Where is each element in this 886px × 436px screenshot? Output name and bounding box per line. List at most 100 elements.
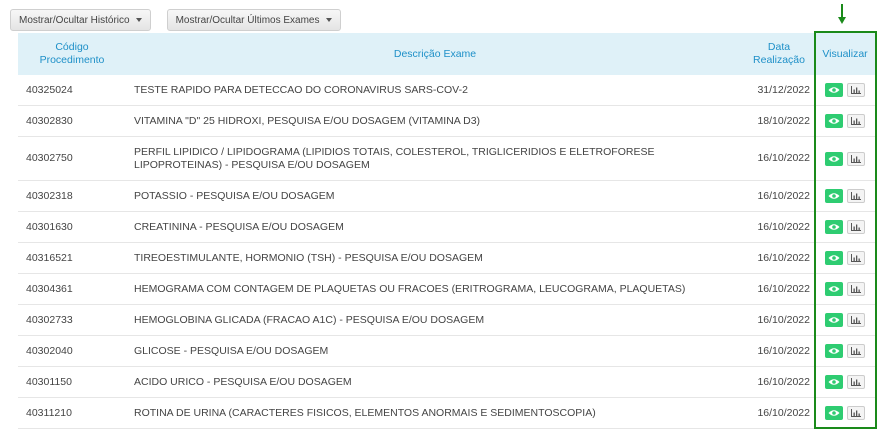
bar-chart-icon: [851, 223, 861, 231]
cell-code: 40302750: [26, 152, 73, 164]
cell-date: 16/10/2022: [757, 313, 810, 326]
bar-chart-icon: [851, 254, 861, 262]
header-code-line1: Código: [55, 41, 89, 53]
chart-exam-button[interactable]: [847, 189, 865, 203]
cell-description: TESTE RAPIDO PARA DETECCAO DO CORONAVIRU…: [134, 83, 468, 96]
view-exam-button[interactable]: [825, 313, 843, 327]
cell-description: VITAMINA "D" 25 HIDROXI, PESQUISA E/OU D…: [134, 114, 481, 127]
cell-actions: [814, 282, 876, 296]
cell-actions: [814, 313, 876, 327]
chart-exam-button[interactable]: [847, 406, 865, 420]
eye-icon: [828, 316, 840, 324]
table-row: 40304361 HEMOGRAMA COM CONTAGEM DE PLAQUE…: [18, 274, 876, 305]
bar-chart-icon: [851, 117, 861, 125]
cell-code: 40302733: [26, 313, 73, 326]
cell-date: 16/10/2022: [757, 406, 810, 419]
cell-date: 31/12/2022: [757, 83, 810, 96]
eye-icon: [828, 117, 840, 125]
cell-date: 16/10/2022: [757, 344, 810, 357]
chart-exam-button[interactable]: [847, 251, 865, 265]
cell-description: CREATININA - PESQUISA E/OU DOSAGEM: [134, 220, 344, 233]
chart-exam-button[interactable]: [847, 114, 865, 128]
view-exam-button[interactable]: [825, 282, 843, 296]
table-row: 40302318 POTASSIO - PESQUISA E/OU DOSAGEM…: [18, 181, 876, 212]
header-description: Descrição Exame: [393, 47, 477, 60]
cell-code: 40302830: [26, 114, 73, 127]
header-view: Visualizar: [822, 47, 868, 60]
eye-icon: [828, 409, 840, 417]
header-date: Data Realização: [744, 33, 814, 75]
bar-chart-icon: [851, 409, 861, 417]
eye-icon: [828, 254, 840, 262]
chart-exam-button[interactable]: [847, 83, 865, 97]
header-code: Código Procedimento: [18, 33, 126, 75]
bar-chart-icon: [851, 378, 861, 386]
chart-exam-button[interactable]: [847, 375, 865, 389]
eye-icon: [828, 223, 840, 231]
cell-description: ROTINA DE URINA (CARACTERES FISICOS, ELE…: [134, 406, 596, 419]
caret-down-icon: [135, 18, 142, 22]
cell-code: 40301630: [26, 220, 73, 233]
table-row: 40301150 ACIDO URICO - PESQUISA E/OU DOSA…: [18, 367, 876, 398]
cell-code: 40302318: [26, 189, 73, 202]
cell-actions: [814, 114, 876, 128]
view-exam-button[interactable]: [825, 406, 843, 420]
cell-date: 16/10/2022: [757, 251, 810, 264]
cell-code: 40301150: [26, 375, 72, 388]
cell-date: 16/10/2022: [757, 152, 810, 164]
eye-icon: [828, 347, 840, 355]
toggle-last-exams-label: Mostrar/Ocultar Últimos Exames: [175, 14, 320, 26]
view-exam-button[interactable]: [825, 151, 843, 166]
table-row: 40302733 HEMOGLOBINA GLICADA (FRACAO A1C)…: [18, 305, 876, 336]
view-exam-button[interactable]: [825, 251, 843, 265]
cell-date: 16/10/2022: [757, 375, 810, 388]
cell-date: 16/10/2022: [757, 189, 810, 202]
cell-date: 16/10/2022: [757, 282, 810, 295]
view-exam-button[interactable]: [825, 344, 843, 358]
cell-actions: [814, 189, 876, 203]
view-exam-button[interactable]: [825, 189, 843, 203]
header-date-line1: Data: [767, 41, 791, 53]
cell-actions: [814, 406, 876, 420]
cell-description: HEMOGRAMA COM CONTAGEM DE PLAQUETAS OU F…: [134, 282, 686, 295]
view-exam-button[interactable]: [825, 83, 843, 97]
table-header: Código Procedimento Descrição Exame Data…: [18, 33, 876, 75]
arrow-down-icon: [838, 4, 846, 26]
view-exam-button[interactable]: [825, 114, 843, 128]
bar-chart-icon: [851, 285, 861, 293]
view-exam-button[interactable]: [825, 220, 843, 234]
chart-exam-button[interactable]: [847, 344, 865, 358]
caret-down-icon: [325, 18, 332, 22]
header-date-line2: Realização: [753, 54, 805, 66]
toggle-last-exams-dropdown[interactable]: Mostrar/Ocultar Últimos Exames: [166, 9, 341, 31]
bar-chart-icon: [851, 86, 861, 94]
cell-actions: [814, 375, 876, 389]
header-code-line2: Procedimento: [39, 54, 105, 66]
view-exam-button[interactable]: [825, 375, 843, 389]
cell-code: 40316521: [26, 251, 73, 264]
cell-code: 40304361: [26, 282, 73, 295]
table-body: 40325024 TESTE RAPIDO PARA DETECCAO DO CO…: [18, 75, 876, 429]
eye-icon: [828, 86, 840, 94]
table-row: 40325024 TESTE RAPIDO PARA DETECCAO DO CO…: [18, 75, 876, 106]
cell-description: ACIDO URICO - PESQUISA E/OU DOSAGEM: [134, 375, 352, 388]
toggle-history-dropdown[interactable]: Mostrar/Ocultar Histórico: [10, 9, 151, 31]
chart-exam-button[interactable]: [847, 282, 865, 296]
cell-code: 40311210: [26, 406, 72, 419]
eye-icon: [828, 378, 840, 386]
cell-actions: [814, 220, 876, 234]
bar-chart-icon: [851, 316, 861, 324]
chart-exam-button[interactable]: [847, 313, 865, 327]
table-row: 40311210 ROTINA DE URINA (CARACTERES FISI…: [18, 398, 876, 429]
table-row: 40302830 VITAMINA "D" 25 HIDROXI, PESQUIS…: [18, 106, 876, 137]
chart-exam-button[interactable]: [847, 220, 865, 234]
cell-actions: [814, 344, 876, 358]
table-row: 40302040 GLICOSE - PESQUISA E/OU DOSAGEM 1…: [18, 336, 876, 367]
eye-icon: [828, 192, 840, 200]
chart-exam-button[interactable]: [847, 151, 865, 166]
eye-icon: [828, 155, 840, 163]
toggle-history-label: Mostrar/Ocultar Histórico: [19, 14, 130, 26]
table-row: 40301630 CREATININA - PESQUISA E/OU DOSAG…: [18, 212, 876, 243]
bar-chart-icon: [851, 154, 861, 163]
exams-table: Código Procedimento Descrição Exame Data…: [18, 33, 876, 429]
